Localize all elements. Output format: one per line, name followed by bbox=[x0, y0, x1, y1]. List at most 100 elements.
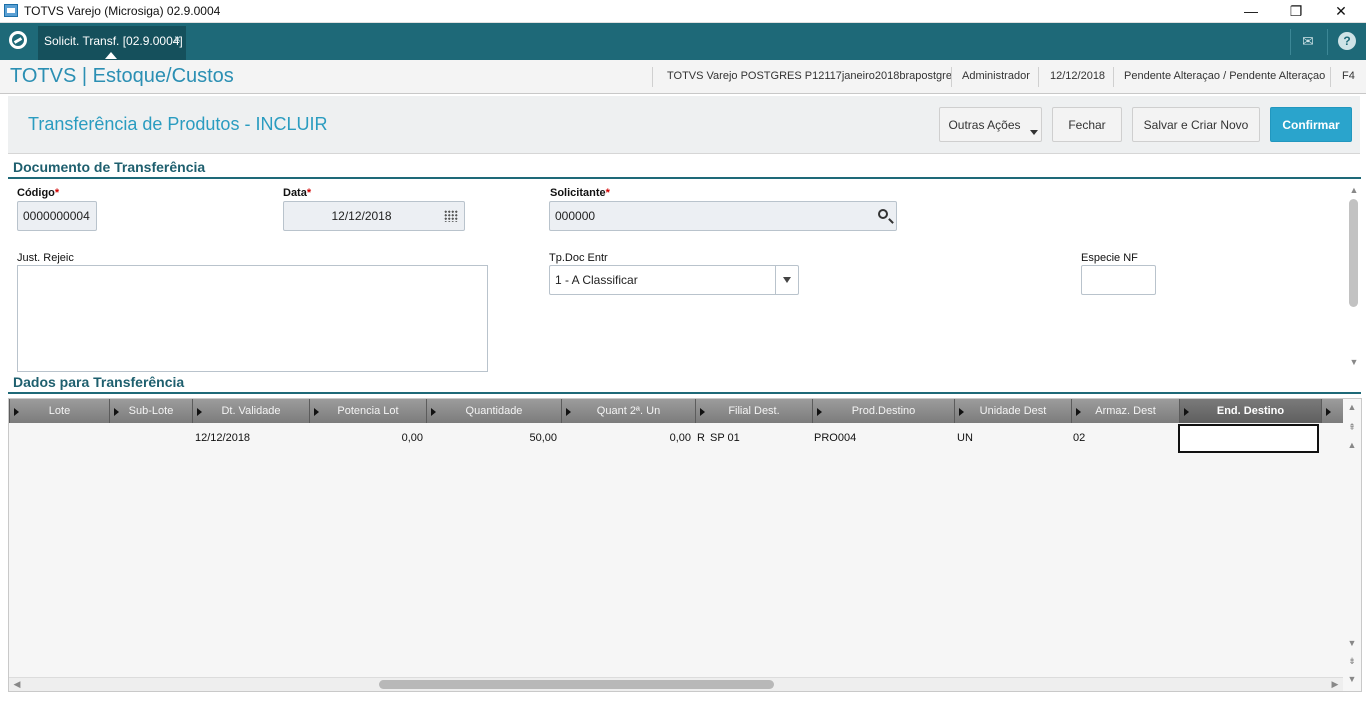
just-rejeic-textarea[interactable] bbox=[17, 265, 488, 372]
module-brand: TOTVS | Estoque/Custos bbox=[10, 65, 234, 87]
document-section-title: Documento de Transferência bbox=[13, 159, 206, 175]
cell-end-destino-focused[interactable] bbox=[1178, 424, 1319, 453]
divider bbox=[951, 67, 952, 87]
grid-scroll-down-icon[interactable]: ▼ bbox=[1346, 637, 1358, 649]
data-label: Data* bbox=[283, 187, 312, 199]
divider bbox=[1038, 67, 1039, 87]
transfer-section-title: Dados para Transferência bbox=[13, 374, 185, 390]
grid-hscroll-thumb[interactable] bbox=[379, 680, 774, 689]
chevron-down-icon bbox=[1030, 130, 1038, 135]
date-info[interactable]: 12/12/2018 bbox=[1050, 70, 1105, 82]
column-arrow-icon bbox=[1076, 408, 1081, 416]
column-arrow-icon bbox=[431, 408, 436, 416]
cell-quant2[interactable]: 0,00 bbox=[561, 432, 691, 444]
restore-button[interactable]: ❐ bbox=[1273, 0, 1319, 23]
cell-produto[interactable]: PRO004 bbox=[814, 432, 856, 444]
column-arrow-icon bbox=[1326, 408, 1331, 416]
data-field[interactable]: 12/12/2018 bbox=[283, 201, 465, 231]
totvs-logo-icon[interactable] bbox=[9, 31, 27, 49]
column-arrow-icon bbox=[959, 408, 964, 416]
scroll-up-icon[interactable]: ▲ bbox=[1348, 184, 1360, 196]
form-scrollbar-thumb[interactable] bbox=[1349, 199, 1358, 307]
tab-label: Solicit. Transf. [02.9.0004] bbox=[44, 34, 183, 48]
minimize-button[interactable]: — bbox=[1228, 0, 1274, 23]
other-actions-button[interactable]: Outras Ações bbox=[939, 107, 1042, 142]
module-header: TOTVS | Estoque/Custos TOTVS Varejo POST… bbox=[0, 60, 1366, 94]
column-header-armaz-dest[interactable]: Armaz. Dest bbox=[1071, 399, 1179, 423]
close-window-button[interactable]: ✕ bbox=[1318, 0, 1364, 23]
column-arrow-icon bbox=[817, 408, 822, 416]
status-info[interactable]: Pendente Alteraçao / Pendente Alteraçao bbox=[1124, 70, 1325, 82]
divider bbox=[1290, 29, 1291, 55]
column-arrow-icon bbox=[566, 408, 571, 416]
scroll-right-icon[interactable]: ▶ bbox=[1329, 678, 1341, 690]
help-icon[interactable]: ? bbox=[1338, 32, 1356, 50]
save-and-new-button[interactable]: Salvar e Criar Novo bbox=[1132, 107, 1260, 142]
column-arrow-icon bbox=[700, 408, 705, 416]
column-header-quant-2-un[interactable]: Quant 2ª. Un bbox=[561, 399, 695, 423]
tab-close-icon[interactable]: × bbox=[174, 32, 181, 46]
window-title: TOTVS Varejo (Microsiga) 02.9.0004 bbox=[24, 4, 221, 18]
data-value: 12/12/2018 bbox=[331, 209, 392, 223]
solicitante-label: Solicitante* bbox=[550, 187, 610, 199]
divider bbox=[1327, 29, 1328, 55]
calendar-icon[interactable] bbox=[444, 210, 458, 222]
column-header-dt-validade[interactable]: Dt. Validade bbox=[192, 399, 309, 423]
tp-doc-entr-select[interactable]: 1 - A Classificar bbox=[549, 265, 799, 295]
window-titlebar: TOTVS Varejo (Microsiga) 02.9.0004 — ❐ ✕ bbox=[0, 0, 1366, 23]
column-arrow-icon bbox=[114, 408, 119, 416]
cell-filial[interactable]: SP 01 bbox=[710, 432, 740, 444]
confirm-button[interactable]: Confirmar bbox=[1270, 107, 1352, 142]
column-header-potencia-lot[interactable]: Potencia Lot bbox=[309, 399, 426, 423]
tab-active-caret bbox=[105, 52, 117, 59]
divider bbox=[1330, 67, 1331, 87]
grid-scroll-bottom-icon[interactable]: ▼ bbox=[1346, 673, 1358, 685]
cell-quantidade[interactable]: 50,00 bbox=[426, 432, 557, 444]
codigo-label: Código* bbox=[17, 187, 60, 199]
column-arrow-icon bbox=[197, 408, 202, 416]
divider bbox=[1113, 67, 1114, 87]
column-header-quantidade[interactable]: Quantidade bbox=[426, 399, 561, 423]
column-arrow-icon bbox=[1184, 408, 1189, 416]
tab-solicit-transf[interactable]: Solicit. Transf. [02.9.0004] × bbox=[38, 26, 186, 60]
column-header-prod-destino[interactable]: Prod.Destino bbox=[812, 399, 954, 423]
app-icon bbox=[4, 4, 18, 17]
close-button[interactable]: Fechar bbox=[1052, 107, 1122, 142]
cell-potencia[interactable]: 0,00 bbox=[309, 432, 423, 444]
column-header-end-destino[interactable]: End. Destino bbox=[1179, 399, 1321, 423]
grid-scroll-up-icon[interactable]: ▲ bbox=[1346, 439, 1358, 451]
page-title: Transferência de Produtos - INCLUIR bbox=[28, 114, 328, 134]
section-divider bbox=[8, 177, 1361, 179]
cell-dt-validade[interactable]: 12/12/2018 bbox=[195, 432, 250, 444]
especie-nf-field[interactable] bbox=[1081, 265, 1156, 295]
tp-doc-entr-label: Tp.Doc Entr bbox=[549, 252, 608, 264]
section-divider bbox=[8, 392, 1361, 394]
column-header-lote[interactable]: Lote bbox=[9, 399, 109, 423]
transfer-grid[interactable]: Lote Sub-Lote Dt. Validade Potencia Lot … bbox=[8, 398, 1362, 692]
especie-nf-label: Especie NF bbox=[1081, 252, 1138, 264]
divider bbox=[652, 67, 653, 87]
mail-icon[interactable]: ✉ bbox=[1299, 32, 1317, 50]
shortcut-info[interactable]: F4 bbox=[1342, 70, 1355, 82]
app-tabbar: Solicit. Transf. [02.9.0004] × ✉ ? bbox=[0, 23, 1366, 60]
column-arrow-icon bbox=[14, 408, 19, 416]
cell-unidade[interactable]: UN bbox=[957, 432, 973, 444]
column-header-more[interactable] bbox=[1321, 399, 1343, 423]
environment-info[interactable]: TOTVS Varejo POSTGRES P12117janeiro2018b… bbox=[667, 70, 952, 82]
codigo-field[interactable]: 0000000004 bbox=[17, 201, 97, 231]
grid-scroll-page-up-icon[interactable]: ⇞ bbox=[1346, 421, 1358, 433]
scroll-down-icon[interactable]: ▼ bbox=[1348, 356, 1360, 368]
column-header-unidade-dest[interactable]: Unidade Dest bbox=[954, 399, 1071, 423]
cell-armazem[interactable]: 02 bbox=[1073, 432, 1085, 444]
cell-filial-flag[interactable]: R bbox=[697, 432, 705, 444]
solicitante-field[interactable]: 000000 bbox=[549, 201, 897, 231]
user-info[interactable]: Administrador bbox=[962, 70, 1030, 82]
search-icon[interactable] bbox=[878, 209, 888, 219]
chevron-down-icon[interactable] bbox=[775, 266, 798, 294]
grid-scroll-page-down-icon[interactable]: ⇟ bbox=[1346, 655, 1358, 667]
grid-scroll-top-icon[interactable]: ▲ bbox=[1346, 401, 1358, 413]
scroll-left-icon[interactable]: ◀ bbox=[11, 678, 23, 690]
column-header-filial-dest[interactable]: Filial Dest. bbox=[695, 399, 812, 423]
column-header-sub-lote[interactable]: Sub-Lote bbox=[109, 399, 192, 423]
grid-header: Lote Sub-Lote Dt. Validade Potencia Lot … bbox=[9, 399, 1343, 423]
